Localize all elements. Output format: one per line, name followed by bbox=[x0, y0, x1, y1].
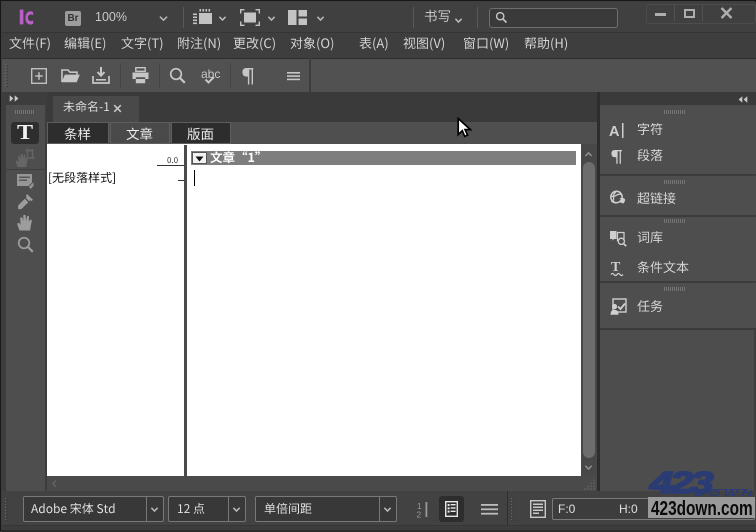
svg-text:A: A bbox=[609, 124, 620, 138]
svg-text:T: T bbox=[611, 260, 621, 275]
svg-text:2: 2 bbox=[417, 510, 422, 519]
